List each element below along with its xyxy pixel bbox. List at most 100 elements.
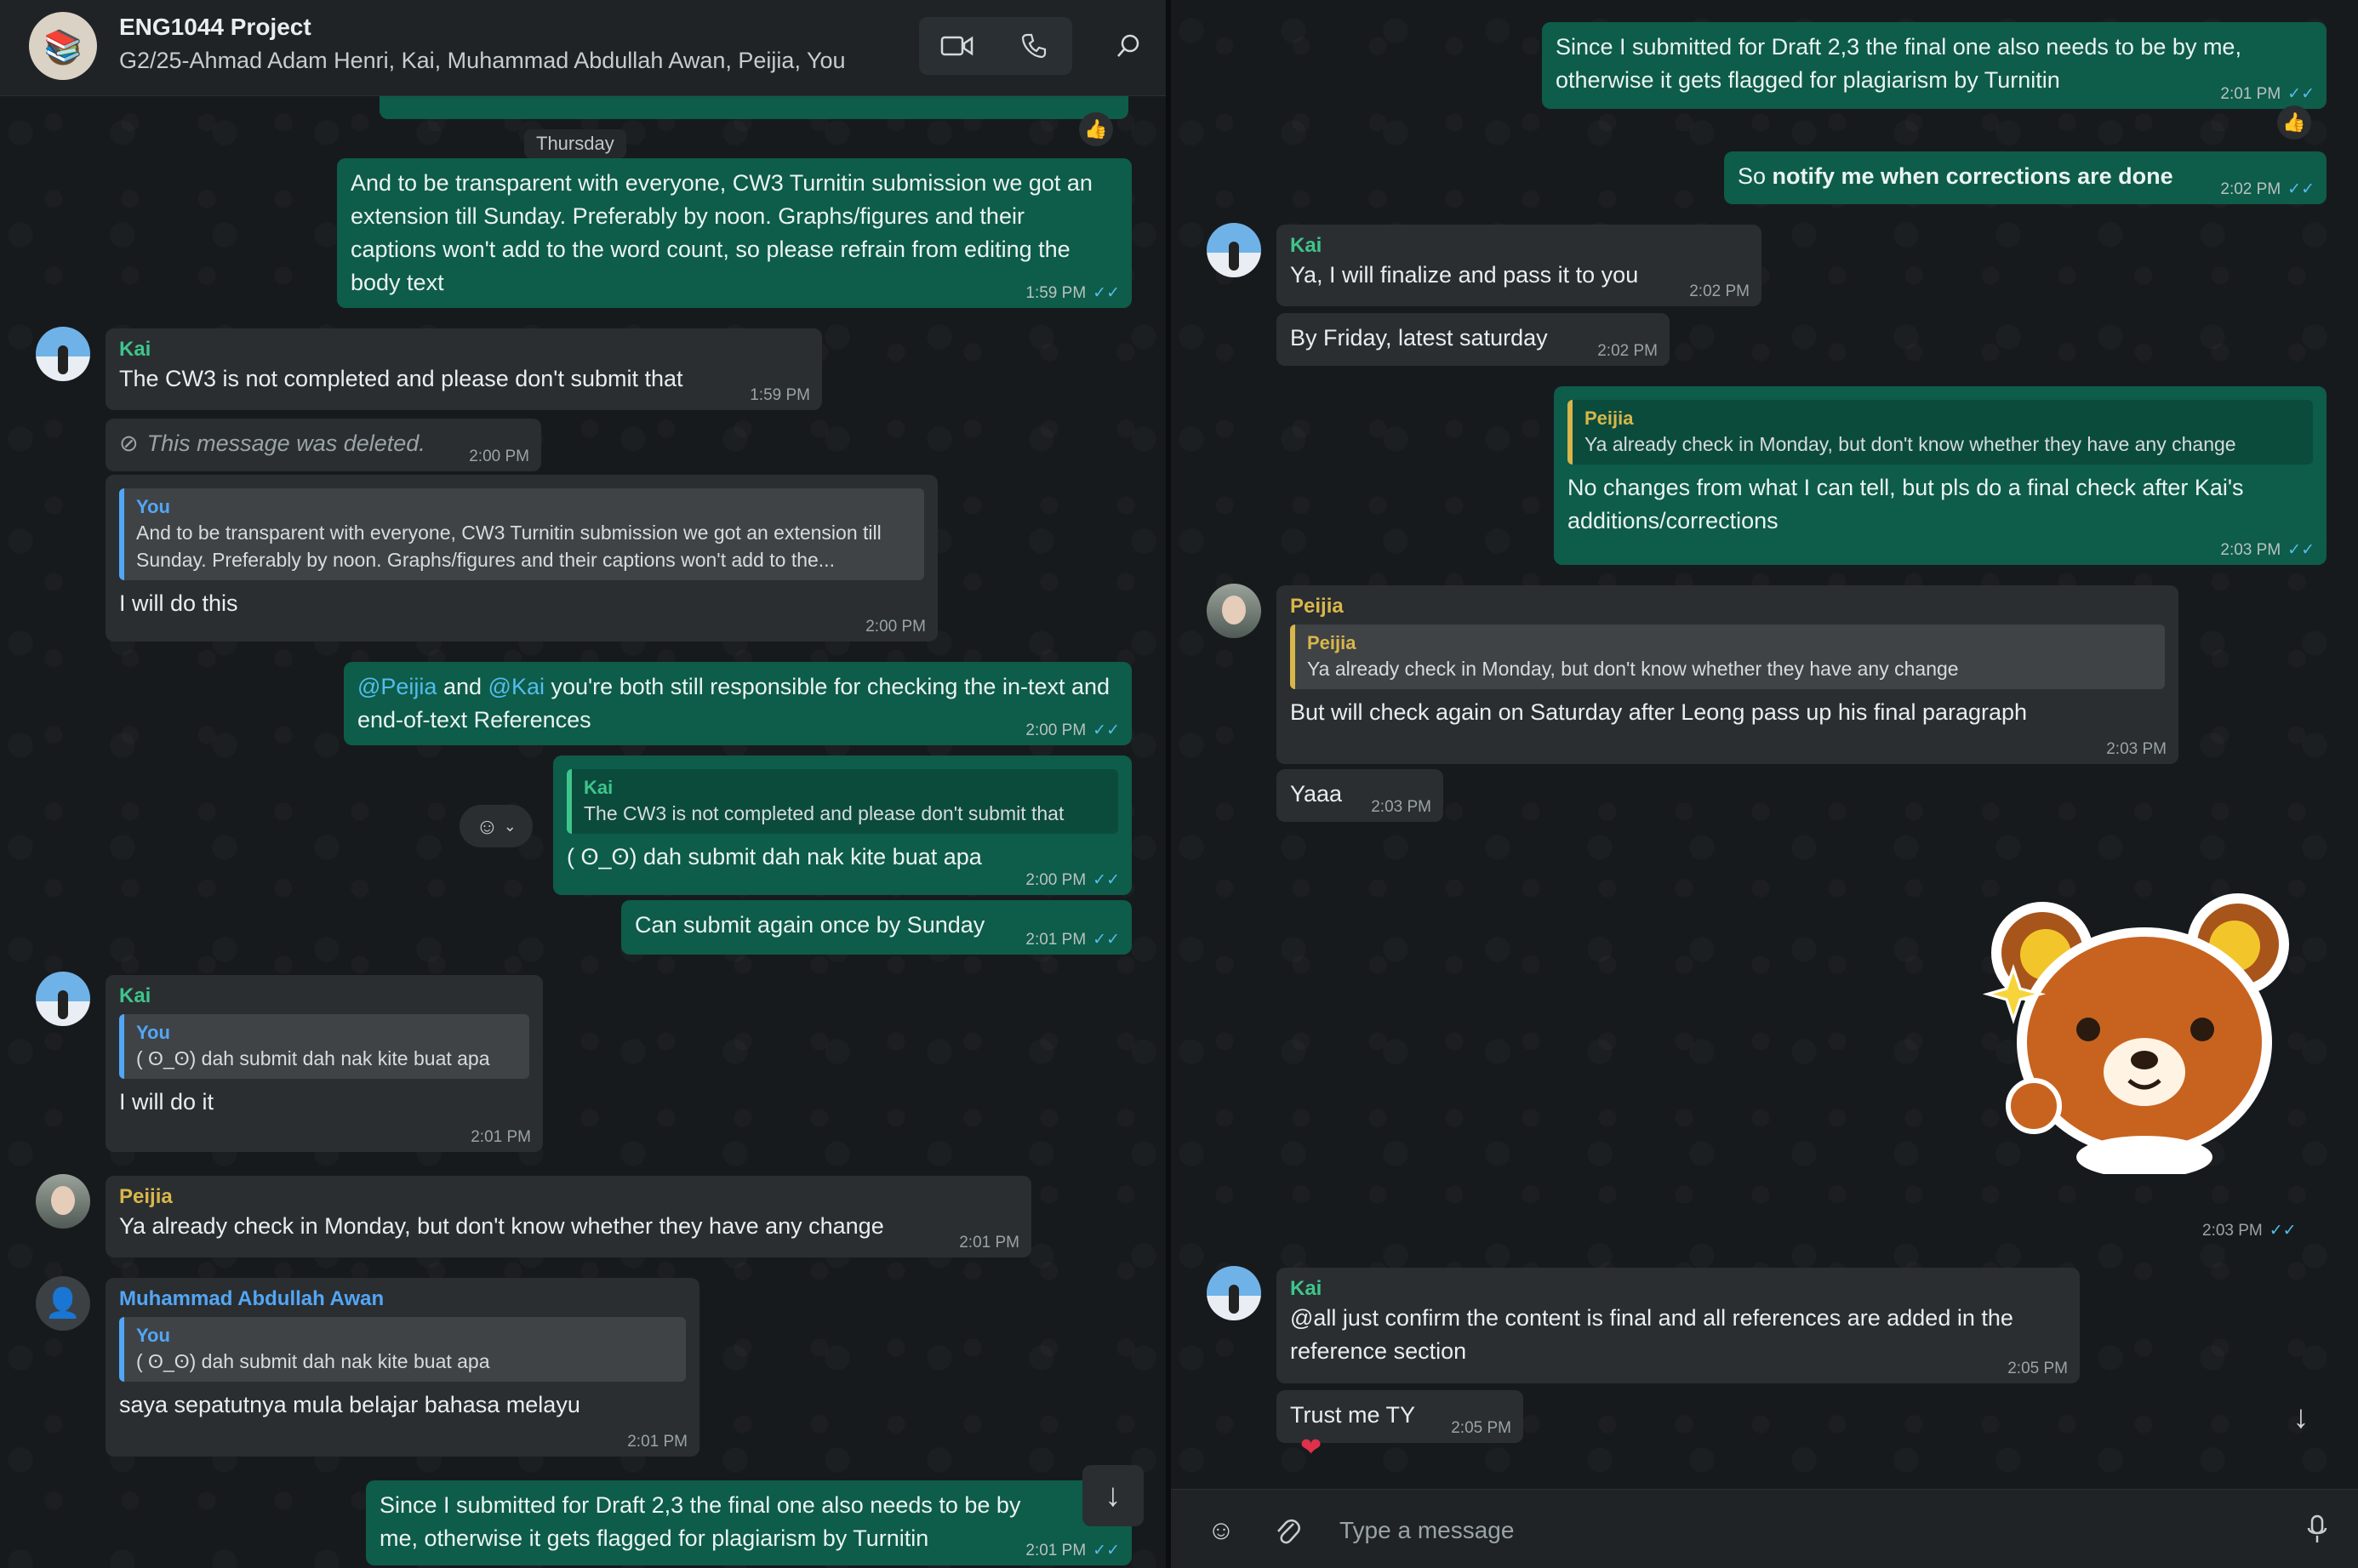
message-text: The CW3 is not completed and please don'…	[119, 366, 683, 391]
search-icon[interactable]	[1105, 22, 1152, 70]
message-text: This message was deleted.	[146, 430, 425, 456]
message-outgoing[interactable]: Peijia Ya already check in Monday, but d…	[1554, 386, 2327, 565]
quote-sender: You	[136, 496, 170, 517]
avatar-awan[interactable]: 👤	[36, 1276, 90, 1331]
avatar-kai[interactable]	[1207, 223, 1261, 277]
message-incoming[interactable]: Kai The CW3 is not completed and please …	[106, 328, 822, 410]
message-time: 2:01 PM	[471, 1128, 531, 1146]
read-ticks-icon: ✓✓	[2287, 85, 2315, 103]
sender-name[interactable]: Kai	[119, 984, 529, 1009]
message-time: 2:01 PM	[627, 1433, 688, 1451]
sender-name[interactable]: Peijia	[119, 1184, 1018, 1210]
right-chat-pane[interactable]: Since I submitted for Draft 2,3 the fina…	[1171, 0, 2358, 1568]
read-ticks-icon: ✓✓	[2287, 541, 2315, 559]
quote-sender: Peijia	[1584, 408, 1634, 429]
message-incoming[interactable]: Peijia Peijia Ya already check in Monday…	[1276, 585, 2178, 764]
message-text: Ya already check in Monday, but don't kn…	[119, 1213, 884, 1239]
mention-joiner: and	[442, 674, 482, 699]
message-incoming[interactable]: By Friday, latest saturday 2:02 PM	[1276, 313, 1670, 366]
message-time: 2:02 PM ✓✓	[2220, 180, 2315, 198]
message-time: 2:05 PM	[2007, 1360, 2068, 1377]
message-text-bold: notify me when corrections are done	[1772, 163, 2173, 189]
emoji-icon[interactable]: ☺	[1200, 1508, 1242, 1551]
day-separator: Thursday	[524, 129, 626, 158]
message-time: 1:59 PM	[750, 386, 810, 404]
message-incoming[interactable]: Kai You ( ʘ_ʘ) dah submit dah nak kite b…	[106, 975, 543, 1152]
heart-reaction-icon[interactable]: ❤	[1300, 1433, 1322, 1463]
message-incoming[interactable]: Muhammad Abdullah Awan You ( ʘ_ʘ) dah su…	[106, 1278, 699, 1457]
message-outgoing[interactable]: @Peijia and @Kai you're both still respo…	[344, 662, 1132, 745]
quote-text: ( ʘ_ʘ) dah submit dah nak kite buat apa	[136, 1047, 490, 1069]
attach-icon[interactable]	[1266, 1508, 1309, 1551]
message-time: 2:01 PM ✓✓	[1025, 931, 1120, 949]
message-text: And to be transparent with everyone, CW3…	[351, 170, 1093, 295]
message-bubble-partial[interactable]	[380, 95, 1128, 119]
message-incoming[interactable]: You And to be transparent with everyone,…	[106, 475, 938, 641]
message-text: I will do this	[119, 590, 238, 616]
message-outgoing[interactable]: Since I submitted for Draft 2,3 the fina…	[366, 1480, 1132, 1565]
quote-text: And to be transparent with everyone, CW3…	[136, 522, 882, 571]
quoted-message[interactable]: You And to be transparent with everyone,…	[119, 488, 924, 580]
read-ticks-icon: ✓✓	[1093, 931, 1120, 949]
sender-name[interactable]: Kai	[119, 337, 808, 362]
avatar-kai[interactable]	[36, 972, 90, 1026]
message-text: saya sepatutnya mula belajar bahasa mela…	[119, 1392, 580, 1417]
quote-text: The CW3 is not completed and please don'…	[584, 802, 1065, 824]
message-time: 2:01 PM ✓✓	[2220, 85, 2315, 103]
message-outgoing[interactable]: And to be transparent with everyone, CW3…	[337, 158, 1132, 308]
quoted-message[interactable]: You ( ʘ_ʘ) dah submit dah nak kite buat …	[119, 1014, 529, 1079]
quoted-message[interactable]: Kai The CW3 is not completed and please …	[567, 769, 1118, 834]
chat-header: 📚 ENG1044 Project G2/25-Ahmad Adam Henri…	[0, 0, 1166, 96]
read-ticks-icon: ✓✓	[2269, 1222, 2297, 1240]
message-incoming[interactable]: Yaaa 2:03 PM	[1276, 769, 1443, 822]
add-reaction-button[interactable]: ☺ ⌄	[460, 805, 533, 847]
message-input[interactable]	[1338, 1507, 2260, 1554]
quoted-message[interactable]: Peijia Ya already check in Monday, but d…	[1567, 400, 2313, 465]
message-incoming[interactable]: Kai Ya, I will finalize and pass it to y…	[1276, 225, 1761, 306]
sender-name[interactable]: Kai	[1290, 1276, 2066, 1302]
sender-name[interactable]: Muhammad Abdullah Awan	[119, 1286, 686, 1312]
scroll-to-bottom-button[interactable]: ↓	[1082, 1465, 1144, 1526]
avatar-kai[interactable]	[36, 327, 90, 381]
message-text: But will check again on Saturday after L…	[1290, 699, 2028, 725]
message-text: No changes from what I can tell, but pls…	[1567, 475, 2244, 533]
message-time: 2:01 PM	[959, 1234, 1019, 1252]
quote-sender: You	[136, 1022, 170, 1043]
read-ticks-icon: ✓✓	[1093, 871, 1120, 889]
group-title[interactable]: ENG1044 Project	[119, 14, 311, 41]
left-chat-pane[interactable]: 📚 ENG1044 Project G2/25-Ahmad Adam Henri…	[0, 0, 1166, 1568]
compose-bar: ☺	[1171, 1489, 2358, 1568]
message-time: 2:02 PM	[1689, 282, 1750, 300]
voice-call-icon[interactable]	[996, 17, 1072, 75]
message-outgoing[interactable]: So notify me when corrections are done 2…	[1724, 151, 2327, 204]
avatar-peijia[interactable]	[1207, 584, 1261, 638]
mention-peijia[interactable]: @Peijia	[357, 674, 437, 699]
message-outgoing[interactable]: Can submit again once by Sunday 2:01 PM ✓…	[621, 900, 1132, 955]
reaction-thumbs-icon[interactable]: 👍	[1079, 112, 1113, 146]
quote-text: Ya already check in Monday, but don't kn…	[1307, 658, 1959, 680]
quote-text: ( ʘ_ʘ) dah submit dah nak kite buat apa	[136, 1350, 490, 1372]
video-call-icon[interactable]	[919, 17, 996, 75]
quoted-message[interactable]: Peijia Ya already check in Monday, but d…	[1290, 624, 2165, 689]
message-incoming[interactable]: Peijia Ya already check in Monday, but d…	[106, 1176, 1031, 1257]
quoted-message[interactable]: You ( ʘ_ʘ) dah submit dah nak kite buat …	[119, 1317, 686, 1382]
message-outgoing[interactable]: Kai The CW3 is not completed and please …	[553, 755, 1132, 895]
bear-sticker[interactable]	[1982, 893, 2306, 1178]
sender-name[interactable]: Peijia	[1290, 594, 2165, 619]
mic-icon[interactable]	[2296, 1508, 2338, 1551]
avatar-peijia[interactable]	[36, 1174, 90, 1229]
reaction-thumbs-icon[interactable]: 👍	[2277, 105, 2311, 140]
arrow-down-icon: ↓	[2292, 1399, 2309, 1435]
read-ticks-icon: ✓✓	[1093, 1542, 1120, 1559]
avatar-kai[interactable]	[1207, 1266, 1261, 1320]
message-time: 2:01 PM ✓✓	[1025, 1542, 1120, 1559]
message-incoming[interactable]: Kai @all just confirm the content is fin…	[1276, 1268, 2080, 1383]
mention-kai[interactable]: @Kai	[488, 674, 545, 699]
scroll-to-bottom-button[interactable]: ↓	[2270, 1387, 2332, 1448]
message-deleted[interactable]: ⊘ This message was deleted. 2:00 PM	[106, 419, 541, 471]
message-outgoing[interactable]: Since I submitted for Draft 2,3 the fina…	[1542, 22, 2327, 109]
sender-name[interactable]: Kai	[1290, 233, 1748, 259]
group-avatar[interactable]: 📚	[29, 12, 97, 80]
group-members[interactable]: G2/25-Ahmad Adam Henri, Kai, Muhammad Ab…	[119, 48, 846, 74]
message-text: So	[1738, 163, 1767, 189]
